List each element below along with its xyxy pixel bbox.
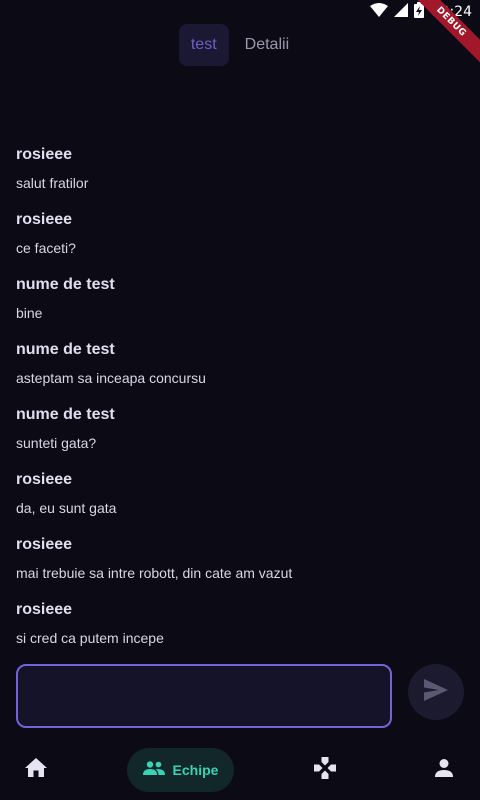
message-item: rosieee salut fratilor [16, 140, 464, 205]
tab-bar: test Detalii [0, 24, 480, 66]
signal-icon [393, 2, 408, 22]
message-author: rosieee [16, 536, 73, 553]
message-author: rosieee [16, 601, 73, 618]
message-author: nume de test [16, 341, 115, 358]
bottom-nav: Echipe [0, 740, 480, 800]
nav-profile[interactable] [435, 748, 453, 792]
nav-echipe-label: Echipe [172, 762, 219, 778]
tab-test[interactable]: test [178, 24, 229, 66]
nav-home[interactable] [24, 748, 48, 792]
message-text: ce faceti? [16, 240, 76, 256]
nav-echipe[interactable]: Echipe [127, 748, 234, 792]
message-item: rosieee ce faceti? [16, 205, 464, 270]
group-icon [142, 760, 165, 780]
message-list: rosieee salut fratilor rosieee ce faceti… [16, 140, 464, 660]
status-bar: 10:24 DEBUG [0, 0, 480, 67]
person-icon [435, 758, 453, 782]
home-icon [25, 758, 47, 782]
message-author: rosieee [16, 471, 73, 488]
message-author: nume de test [16, 406, 115, 423]
message-text: si cred ca putem incepe [16, 630, 164, 646]
message-author: rosieee [16, 211, 73, 228]
message-input[interactable] [16, 664, 392, 728]
message-text: sunteti gata? [16, 435, 97, 451]
nav-games[interactable] [314, 748, 336, 792]
chat-screen: 10:24 DEBUG test Detalii rosieee salut f… [0, 0, 480, 800]
gamepad-icon [314, 756, 336, 784]
message-item: nume de test bine [16, 270, 464, 335]
message-text: salut fratilor [16, 175, 89, 191]
message-text: bine [16, 305, 43, 321]
send-button[interactable] [408, 664, 464, 720]
message-text: asteptam sa inceapa concursu [16, 370, 206, 386]
message-item: rosieee da, eu sunt gata [16, 465, 464, 530]
message-item: rosieee mai trebuie sa intre robott, din… [16, 530, 464, 595]
message-item: nume de test sunteti gata? [16, 400, 464, 465]
message-item: rosieee si cred ca putem incepe [16, 595, 464, 660]
message-text: da, eu sunt gata [16, 500, 117, 516]
message-author: nume de test [16, 276, 115, 293]
send-icon [424, 678, 448, 706]
message-text: mai trebuie sa intre robott, din cate am… [16, 565, 293, 581]
message-item: nume de test asteptam sa inceapa concurs… [16, 335, 464, 400]
wifi-icon [369, 2, 388, 22]
tab-detalii[interactable]: Detalii [233, 24, 301, 66]
message-author: rosieee [16, 146, 73, 163]
